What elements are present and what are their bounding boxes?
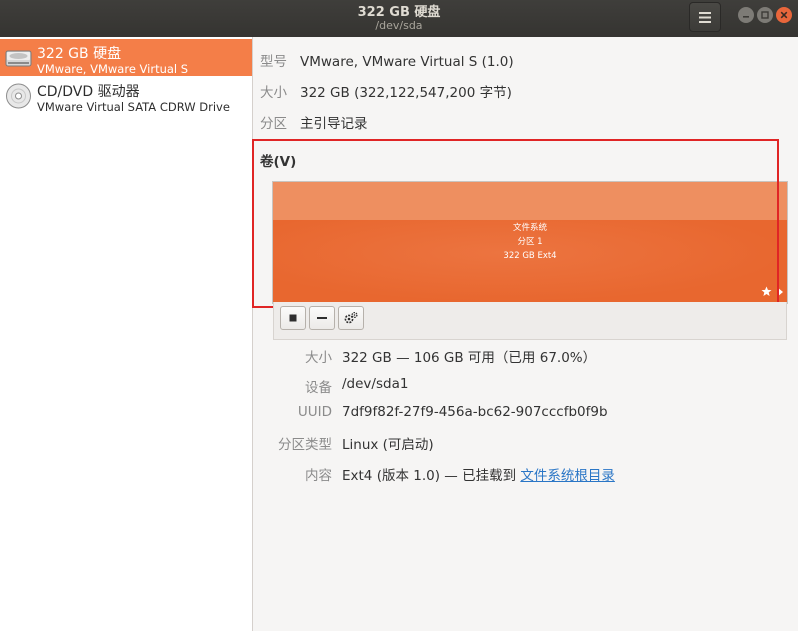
- detail-contents-key-wrap: 内容: [272, 464, 332, 484]
- window-title: 322 GB 硬盘: [357, 5, 441, 20]
- minimize-button[interactable]: [738, 7, 754, 23]
- delete-partition-button[interactable]: [309, 306, 335, 330]
- volume-map: 文件系统 分区 1 322 GB Ext4: [272, 181, 788, 304]
- sidebar-item-optical-drive[interactable]: CD/DVD 驱动器 VMware Virtual SATA CDRW Driv…: [0, 77, 252, 114]
- maximize-icon: [761, 11, 769, 19]
- window-subtitle: /dev/sda: [375, 19, 423, 32]
- minimize-icon: [743, 16, 749, 18]
- mounted-indicator-icon: [777, 287, 783, 297]
- drive-partitioning-label: 分区: [260, 116, 287, 132]
- sidebar-item-label: 322 GB 硬盘: [37, 46, 122, 62]
- drive-size-label: 大小: [260, 85, 287, 101]
- hard-disk-icon: [5, 50, 32, 67]
- gears-icon: [344, 311, 358, 324]
- sidebar-item-label: CD/DVD 驱动器: [37, 84, 140, 100]
- mount-point-link[interactable]: 文件系统根目录: [520, 468, 615, 484]
- detail-device-label: 设备: [305, 380, 332, 396]
- detail-part-type-value: Linux (可启动): [342, 437, 434, 453]
- close-button[interactable]: [776, 7, 792, 23]
- sidebar-item-hard-disk[interactable]: 322 GB 硬盘 VMware, VMware Virtual S: [0, 39, 252, 76]
- stop-icon: [289, 314, 297, 322]
- partition-block[interactable]: 文件系统 分区 1 322 GB Ext4: [273, 182, 787, 302]
- detail-contents-value-row: Ext4 (版本 1.0) — 已挂载到 文件系统根目录: [342, 464, 615, 484]
- drive-size-row: 大小 322 GB (322,122,547,200 字节): [260, 81, 512, 101]
- close-icon: [780, 11, 788, 19]
- partition-settings-button[interactable]: [338, 306, 364, 330]
- detail-size-value: 322 GB — 106 GB 可用（已用 67.0%）: [342, 350, 597, 366]
- sidebar-item-description: VMware, VMware Virtual S: [37, 63, 189, 76]
- maximize-button[interactable]: [757, 7, 773, 23]
- partition-size-label: 322 GB Ext4: [503, 251, 557, 261]
- detail-uuid-key-wrap: UUID: [272, 404, 332, 422]
- star-icon: [761, 286, 772, 296]
- detail-device-value: /dev/sda1: [342, 376, 409, 392]
- drive-partitioning-value: 主引导记录: [300, 116, 368, 132]
- volumes-heading: 卷(V): [260, 154, 297, 170]
- detail-uuid-label: UUID: [297, 404, 332, 420]
- partition-type-label: 文件系统: [512, 223, 547, 233]
- detail-size-key-wrap: 大小: [272, 346, 332, 366]
- drive-size-value: 322 GB (322,122,547,200 字节): [300, 85, 512, 101]
- detail-part-type-key-wrap: 分区类型: [262, 433, 332, 453]
- detail-contents-value: Ext4 (版本 1.0) — 已挂载到: [342, 468, 521, 484]
- drive-model-label: 型号: [260, 54, 287, 70]
- detail-part-type-label: 分区类型: [278, 437, 332, 453]
- detail-size-label: 大小: [305, 350, 332, 366]
- drive-model-value: VMware, VMware Virtual S (1.0): [300, 54, 514, 70]
- hamburger-menu-icon: [699, 11, 711, 23]
- sidebar-item-description: VMware Virtual SATA CDRW Drive: [37, 101, 230, 114]
- detail-contents-label: 内容: [305, 468, 332, 484]
- partition-name-label: 分区 1: [517, 237, 543, 247]
- app-menu-button[interactable]: [689, 2, 721, 32]
- drive-model-row: 型号 VMware, VMware Virtual S (1.0): [260, 50, 514, 70]
- unmount-button[interactable]: [280, 306, 306, 330]
- detail-device-key-wrap: 设备: [272, 376, 332, 396]
- partition-top-band: [273, 182, 787, 220]
- drive-partitioning-row: 分区 主引导记录: [260, 112, 368, 132]
- drive-list-sidebar: 322 GB 硬盘 VMware, VMware Virtual S CD/DV…: [0, 37, 253, 631]
- detail-uuid-value: 7df9f82f-27f9-456a-bc62-907cccfb0f9b: [342, 404, 608, 420]
- optical-disc-icon: [6, 83, 31, 109]
- minus-icon: [317, 317, 327, 319]
- header-bar: 322 GB 硬盘 /dev/sda: [0, 0, 798, 37]
